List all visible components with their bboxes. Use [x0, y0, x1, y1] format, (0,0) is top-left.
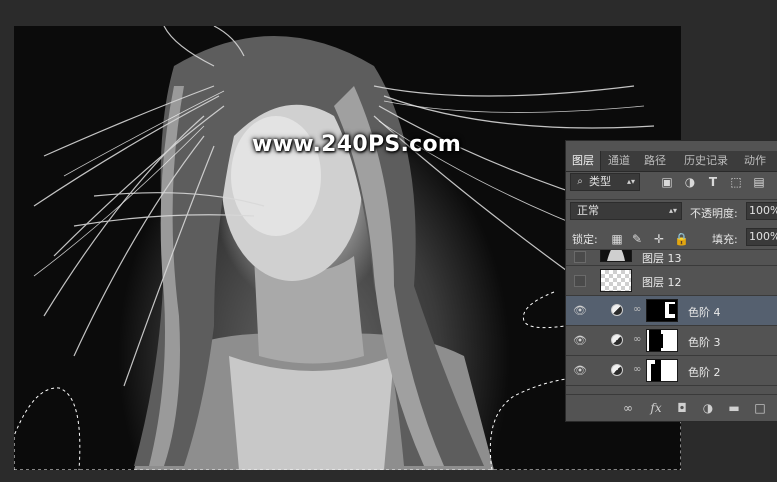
new-layer-icon[interactable]: □: [752, 400, 768, 416]
shape-filter-icon[interactable]: ⬚: [729, 175, 743, 189]
layer-mask-thumbnail[interactable]: [646, 299, 678, 322]
fill-value: 100%: [749, 230, 777, 243]
levels-adjustment-icon: [611, 334, 623, 346]
lock-transparent-icon[interactable]: ▦: [610, 232, 624, 246]
blend-mode-value: 正常: [577, 204, 599, 217]
kind-filter-select[interactable]: ⌕ 类型 ▴▾: [570, 173, 640, 191]
blend-row: 正常 ▴▾ 不透明度: 100%: [566, 201, 777, 225]
tab-actions[interactable]: 动作: [738, 151, 772, 171]
fill-field[interactable]: 100%: [746, 228, 777, 246]
tab-channels[interactable]: 通道: [604, 151, 634, 171]
layer-row[interactable]: 图层 13: [566, 250, 777, 266]
layer-name[interactable]: 图层 13: [642, 250, 682, 266]
lock-move-icon[interactable]: ✛: [652, 232, 666, 246]
lock-row: 锁定: ▦ ✎ ✛ 🔒 填充: 100%: [566, 227, 777, 251]
layer-thumbnail-image: [607, 250, 625, 261]
opacity-field[interactable]: 100%: [746, 202, 777, 220]
eye-icon[interactable]: 👁: [572, 333, 588, 349]
layer-mask-thumbnail[interactable]: [646, 359, 678, 382]
visibility-toggle[interactable]: [574, 275, 586, 287]
filter-row: ⌕ 类型 ▴▾ ▣ ◑ T ⬚ ▤: [566, 173, 777, 197]
layer-row[interactable]: 图层 12: [566, 266, 777, 296]
layer-row[interactable]: 👁 ∞ 色阶 2: [566, 356, 777, 386]
tab-history[interactable]: 历史记录: [678, 151, 734, 171]
link-icon[interactable]: ∞: [633, 332, 641, 348]
layer-name[interactable]: 色阶 4: [688, 304, 721, 320]
layers-list: 图层 13 图层 12 👁 ∞ 色阶 4 👁 ∞ 色阶 3 👁 ∞ 色阶 2: [566, 250, 777, 396]
layer-row[interactable]: 👁 ∞ 色阶 4: [566, 296, 777, 326]
layer-row[interactable]: 👁 ∞ 色阶 3: [566, 326, 777, 356]
chevron-updown-icon: ▴▾: [668, 206, 677, 215]
blend-mode-select[interactable]: 正常 ▴▾: [570, 202, 682, 220]
tab-layers[interactable]: 图层: [566, 151, 601, 171]
new-group-icon[interactable]: ▬: [726, 400, 742, 416]
link-icon[interactable]: ∞: [620, 400, 636, 416]
chevron-updown-icon: ▴▾: [626, 177, 635, 186]
eye-icon[interactable]: 👁: [572, 363, 588, 379]
watermark-text: www.240PS.com: [252, 132, 462, 157]
layer-name[interactable]: 色阶 2: [688, 364, 721, 380]
tab-paths[interactable]: 路径: [640, 151, 670, 171]
type-filter-icon[interactable]: T: [706, 175, 720, 189]
lock-all-icon[interactable]: 🔒: [674, 232, 689, 246]
layer-mask-thumbnail[interactable]: [646, 329, 678, 352]
fx-icon[interactable]: fx: [648, 400, 664, 416]
layer-thumbnail: [600, 250, 632, 262]
layers-panel-footer: ∞ fx ◘ ◑ ▬ □: [566, 394, 777, 421]
fill-label: 填充:: [712, 233, 738, 246]
layer-name[interactable]: 图层 12: [642, 274, 682, 290]
lock-paint-icon[interactable]: ✎: [630, 232, 644, 246]
kind-filter-label: 类型: [589, 175, 611, 188]
panel-tab-bar: 图层 通道 路径 历史记录 动作: [566, 151, 777, 172]
search-icon: ⌕: [577, 176, 583, 187]
layers-panel: 图层 通道 路径 历史记录 动作 ⌕ 类型 ▴▾ ▣ ◑ T ⬚ ▤ 正常 ▴▾…: [565, 140, 777, 422]
layer-name[interactable]: 色阶 3: [688, 334, 721, 350]
image-filter-icon[interactable]: ▣: [660, 175, 674, 189]
add-mask-icon[interactable]: ◘: [674, 400, 690, 416]
levels-adjustment-icon: [611, 364, 623, 376]
link-icon[interactable]: ∞: [633, 302, 641, 318]
new-adjustment-icon[interactable]: ◑: [700, 400, 716, 416]
opacity-value: 100%: [749, 204, 777, 217]
levels-adjustment-icon: [611, 304, 623, 316]
lock-label: 锁定:: [572, 233, 598, 246]
link-icon[interactable]: ∞: [633, 362, 641, 378]
layer-thumbnail: [600, 269, 632, 292]
opacity-label: 不透明度:: [690, 207, 738, 220]
adjustment-filter-icon[interactable]: ◑: [683, 175, 697, 189]
eye-icon[interactable]: 👁: [572, 303, 588, 319]
smart-object-filter-icon[interactable]: ▤: [752, 175, 766, 189]
visibility-toggle[interactable]: [574, 251, 586, 263]
